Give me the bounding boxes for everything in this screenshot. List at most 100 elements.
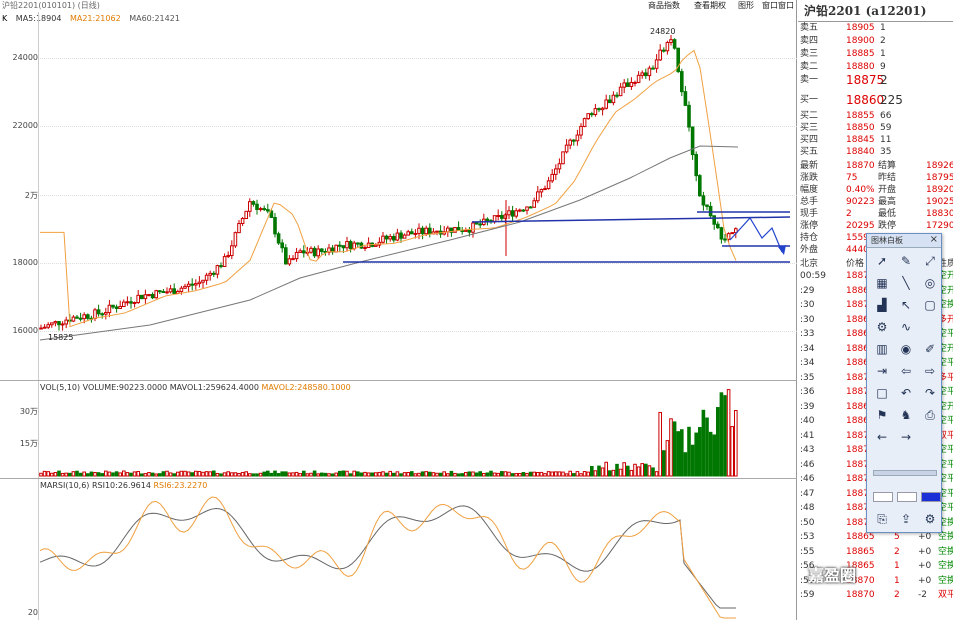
volume-bar [222,472,227,477]
volume-bar [129,472,133,477]
candle-body [644,72,648,77]
volume-bar [219,473,223,477]
volume-bar [525,472,529,477]
left-arrow-icon[interactable]: ⇦ [897,362,915,380]
tick-time: :46 [800,459,815,470]
candle-body [161,291,166,294]
undo-icon[interactable]: ↶ [897,384,915,402]
line-style-2[interactable] [897,492,917,502]
square-icon[interactable]: □ [873,384,891,402]
candle-body [176,290,180,294]
kline-chart-area[interactable]: 沪铅2201(010101) (日线) 商品指数 查看期权 图形 窗口 窗口 K… [0,0,797,620]
volume-bar [82,471,87,477]
volume-bar [71,471,76,477]
candle-body [723,238,727,241]
pointer-text-icon[interactable]: ↖ [897,296,915,314]
close-icon[interactable]: × [930,234,938,245]
candle-body [672,39,677,49]
volume-bar [550,471,555,477]
ask-row: 卖三 18885 1 [798,48,953,60]
ask-price: 18900 [846,36,875,46]
volume-bar [568,470,573,477]
volume-bars [39,389,738,477]
line-icon[interactable]: ╲ [897,274,915,292]
stat-value-2: 18830 [926,209,953,219]
candle-body [46,324,51,328]
line-style-1[interactable] [873,492,893,502]
bid-price: 18845 [846,135,875,145]
palette-icon[interactable]: ▦ [873,274,891,292]
volume-bar [96,472,101,477]
fibonacci-icon[interactable]: ∿ [897,318,915,336]
candle-body [262,208,266,211]
volume-bar [507,471,511,477]
candle-body [399,232,403,239]
candle-body [665,42,670,52]
tick-price: 18870 [846,590,875,600]
volume-bar [46,471,51,477]
volume-bar [392,472,396,477]
right-arrow-icon[interactable]: ⇨ [921,362,939,380]
redo-icon[interactable]: ↷ [921,384,939,402]
forward-arrow-icon[interactable]: → [897,428,915,446]
volume-bar [734,410,738,477]
eye-icon[interactable]: ◉ [897,340,915,358]
paint-icon[interactable]: ✎ [897,252,915,270]
candle-body [96,309,101,315]
candle-body [615,94,619,97]
volume-bar [694,432,699,477]
volume-bar [248,473,252,477]
settings-icon[interactable]: ⚙ [921,510,939,528]
circle-icon[interactable]: ◎ [921,274,939,292]
export-icon[interactable]: ⇪ [897,510,915,528]
pin-icon[interactable]: ⚑ [873,406,891,424]
rsi10-line [39,505,736,609]
volume-bar [363,471,367,477]
candle-body [525,206,529,211]
fill-icon[interactable]: ▟ [873,296,891,314]
candle-body [402,234,407,239]
volume-bar [431,472,436,477]
candle-body [291,258,295,261]
volume-bar [334,472,338,477]
volume-bar [302,470,306,477]
volume-bar [100,473,105,477]
bid-price: 18840 [846,147,875,157]
volume-bar [669,418,673,477]
tick-time: :40 [800,416,815,426]
volume-bar [615,463,619,477]
candle-body [273,216,277,235]
pen-icon[interactable]: ✐ [921,340,939,358]
cursor-icon[interactable]: ➚ [873,252,891,270]
chart-icon[interactable]: ▥ [873,340,891,358]
candle-body [446,227,450,233]
volume-bar [572,473,576,477]
opacity-slider[interactable] [873,470,937,476]
stat-row: 最新 18870 结算 18926 [798,160,953,172]
fullscreen-icon[interactable]: ⤢ [921,252,939,270]
elephant-icon[interactable]: ♞ [897,406,915,424]
volume-bar [665,440,670,477]
volume-bar [93,472,97,477]
tick-time: 00:59 [800,271,826,281]
candle-body [608,99,612,104]
drawing-tool-panel[interactable]: 图林白板 × ➚ ✎ ⤢ ▦ ╲ ◎ ▟ ↖ ▢ ⚙ ∿ ▥ ◉ ✐ ⇥ ⇦ ⇨ □ ↶ ↷ ⚑ ♞ ⎙ ← → ⎘ ⇪ ⚙ [866,233,942,533]
arrow-icon[interactable]: ⇥ [873,362,891,380]
volume-bar [629,469,634,477]
candle-body [464,229,468,232]
volume-bar [662,450,666,477]
save-icon[interactable]: ⎘ [873,510,891,528]
candle-body [604,99,609,109]
low-annotation: 15825 [48,333,73,342]
volume-bar [366,472,371,477]
color-swatch[interactable] [921,492,941,502]
candle-body [388,236,392,240]
stat-row: 涨停 20295 跌停 17290 [798,220,953,232]
rect-icon[interactable]: ▢ [921,296,939,314]
gear-icon[interactable]: ⚙ [873,318,891,336]
tick-time: :43 [800,445,815,455]
tick-change: +0 [918,561,932,571]
volume-bar [435,472,439,477]
print-icon[interactable]: ⎙ [921,406,939,424]
back-arrow-icon[interactable]: ← [873,428,891,446]
